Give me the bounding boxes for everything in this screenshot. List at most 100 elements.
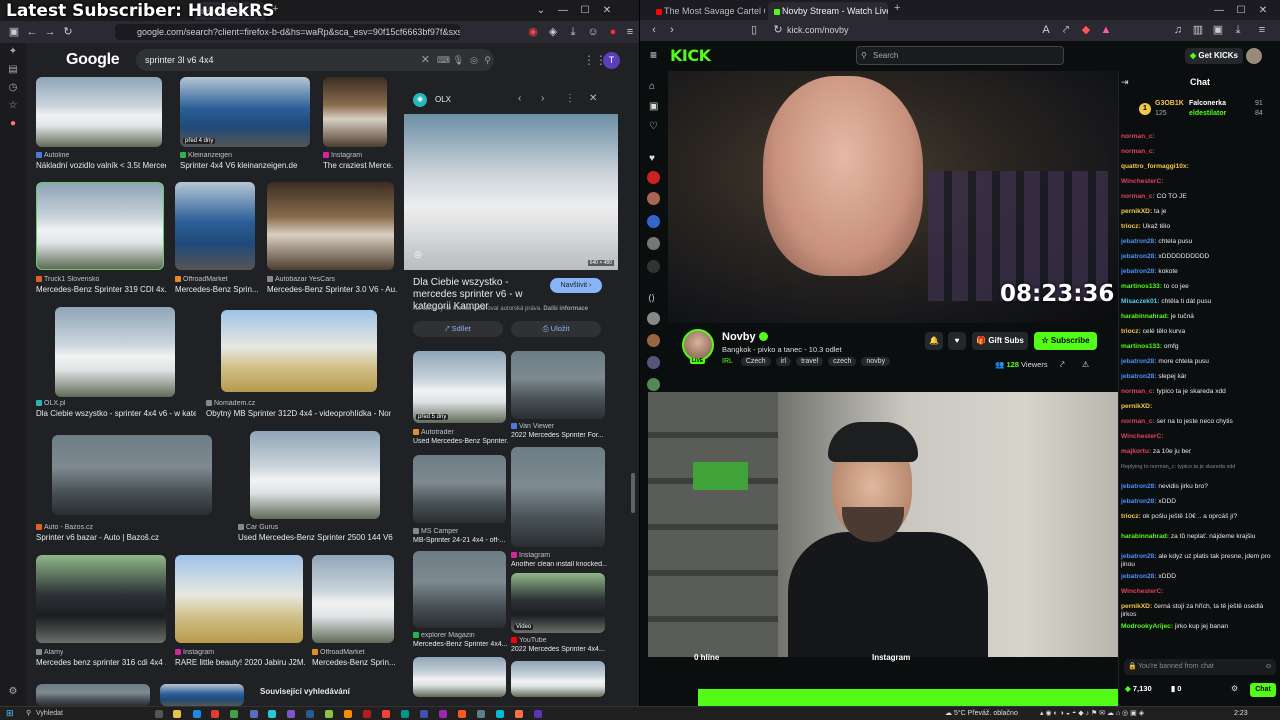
tab-novby[interactable]: Novby Stream - Watch Live o ✕: [768, 2, 888, 20]
channel-avatar[interactable]: [647, 215, 660, 228]
extension-icon[interactable]: ◉: [525, 24, 541, 40]
search-input[interactable]: ⚲ Search: [856, 46, 1064, 65]
chat-input[interactable]: 🔒 You're banned from chat ☺: [1124, 659, 1276, 675]
more-icon[interactable]: ⋮: [565, 93, 575, 104]
tag[interactable]: irl: [775, 357, 792, 366]
google-logo[interactable]: Google: [66, 51, 120, 69]
chat-username[interactable]: jebatron28:: [1121, 268, 1157, 275]
chat-username[interactable]: triocz:: [1121, 328, 1141, 335]
result-image[interactable]: [36, 77, 162, 147]
chat-send-button[interactable]: Chat: [1250, 683, 1276, 697]
forward-icon[interactable]: ›: [664, 22, 680, 38]
result-title[interactable]: Nákladní vozidlo valník < 3.5t Merced...: [36, 161, 166, 170]
wallet-icon[interactable]: ▣: [1210, 22, 1226, 38]
tag[interactable]: Czech: [740, 357, 771, 366]
next-icon[interactable]: ›: [541, 93, 544, 104]
back-icon[interactable]: ←: [24, 24, 40, 40]
result-image[interactable]: před 4 dny: [180, 77, 310, 147]
app-icon[interactable]: [382, 710, 390, 718]
result-image[interactable]: [175, 555, 303, 643]
gift-subs-button[interactable]: 🎁 Gift Subs: [972, 332, 1028, 350]
visit-button[interactable]: Navštivit ›: [550, 278, 602, 293]
result-title[interactable]: Mercedes-Benz Sprinter 3.0 V6 - Au...: [267, 285, 397, 294]
result-image[interactable]: [36, 182, 164, 270]
shield-icon[interactable]: ◈: [545, 24, 561, 40]
subscribe-button[interactable]: ☆ Subscribe: [1034, 332, 1097, 350]
chat-username[interactable]: pernikXD:: [1121, 208, 1152, 215]
result-image[interactable]: [36, 555, 166, 643]
new-tab-icon[interactable]: +: [894, 2, 900, 14]
chat-username[interactable]: jebatron28:: [1121, 358, 1157, 365]
app-icon[interactable]: [268, 710, 276, 718]
settings-icon[interactable]: ⚙: [1231, 684, 1238, 693]
explorer-icon[interactable]: [173, 710, 181, 718]
result-image[interactable]: [36, 684, 150, 706]
related-image[interactable]: [511, 351, 605, 419]
related-image[interactable]: [413, 551, 506, 628]
tray-icons[interactable]: ▴ ◉ ◐ ◑ ◒ ◓ ◆ ♪ ⚑ ✉ ☁ ⌂ ◎ ▣ ◈: [1040, 708, 1144, 720]
hamburger-icon[interactable]: ≡: [650, 48, 657, 62]
app-icon[interactable]: [477, 710, 485, 718]
chat-username[interactable]: jebatron28:: [1121, 553, 1157, 560]
minimize-icon[interactable]: —: [552, 0, 574, 21]
chat-username[interactable]: harabinnahrad:: [1121, 533, 1169, 540]
related-title[interactable]: Mercedes-Benz Sprinter 4x4...: [413, 641, 509, 648]
result-title[interactable]: Sprinter v6 bazar - Auto | Bazoš.cz: [36, 533, 196, 542]
stream-video[interactable]: 08:23:36: [668, 71, 1118, 323]
chat-username[interactable]: pernikXD:: [1121, 403, 1152, 410]
tag[interactable]: travel: [796, 357, 824, 366]
result-image[interactable]: [52, 435, 212, 515]
prev-icon[interactable]: ‹: [518, 93, 521, 104]
result-title[interactable]: RARE little beauty! 2020 Jabiru J2M...: [175, 658, 305, 667]
chat-username[interactable]: martinos133:: [1121, 343, 1162, 350]
close-window-icon[interactable]: ✕: [1252, 0, 1274, 21]
result-image[interactable]: [267, 182, 394, 270]
chat-username[interactable]: jebatron28:: [1121, 483, 1157, 490]
chat-username[interactable]: norman_c:: [1121, 388, 1155, 395]
browser-icon[interactable]: [211, 710, 219, 718]
result-title[interactable]: Mercedes-Benz Sprin...: [312, 658, 396, 667]
collapse-icon[interactable]: ⟨⟩: [648, 293, 655, 304]
emoji-icon[interactable]: ☺: [1265, 659, 1272, 675]
close-icon[interactable]: ✕: [589, 93, 597, 104]
result-image[interactable]: [323, 77, 387, 147]
app-icon[interactable]: [363, 710, 371, 718]
app-icon[interactable]: [401, 710, 409, 718]
close-window-icon[interactable]: ✕: [596, 0, 618, 21]
app-icon[interactable]: [306, 710, 314, 718]
result-image[interactable]: [312, 555, 394, 643]
result-image[interactable]: [160, 684, 244, 706]
leader-name[interactable]: G3OB1K: [1155, 100, 1184, 107]
result-title[interactable]: Mercedes benz sprinter 316 cdi 4x4 ...: [36, 658, 166, 667]
result-title[interactable]: Sprinter 4x4 V6 kleinanzeigen.de: [180, 161, 310, 170]
keyboard-icon[interactable]: ⌨: [437, 49, 450, 71]
result-title[interactable]: Obytný MB Sprinter 312D 4x4 - videoprohl…: [206, 409, 391, 418]
streamer-name[interactable]: Novby: [722, 331, 756, 343]
channel-avatar[interactable]: [647, 312, 660, 325]
chat-username[interactable]: WinchesterC:: [1121, 178, 1163, 185]
points-counter[interactable]: ◆ 7,130: [1125, 684, 1152, 693]
app-icon[interactable]: [325, 710, 333, 718]
avatar[interactable]: [1246, 48, 1262, 64]
translate-icon[interactable]: A: [1038, 22, 1054, 38]
clear-icon[interactable]: ✕: [421, 49, 430, 71]
bookmark-icon[interactable]: ☆: [0, 97, 26, 115]
chat-username[interactable]: jebatron28:: [1121, 238, 1157, 245]
reload-icon[interactable]: ↻: [60, 24, 76, 40]
chat-username[interactable]: majkortu:: [1121, 448, 1151, 455]
chat-username[interactable]: ModrookyArijec:: [1121, 623, 1173, 630]
related-image[interactable]: před 5 dny: [413, 351, 506, 423]
result-title[interactable]: The craziest Merce...: [323, 161, 393, 170]
record-icon[interactable]: ●: [605, 24, 621, 40]
app-icon[interactable]: [439, 710, 447, 718]
related-image[interactable]: Video: [511, 573, 605, 633]
maximize-icon[interactable]: ☐: [1230, 0, 1252, 21]
chat-username[interactable]: jebatron28:: [1121, 498, 1157, 505]
leader-name[interactable]: eldestilator: [1189, 110, 1226, 117]
more-info-link[interactable]: Další informace: [543, 306, 588, 312]
tag[interactable]: novby: [861, 357, 891, 366]
music-icon[interactable]: ♫: [1170, 22, 1186, 38]
app-icon[interactable]: [534, 710, 542, 718]
chat-username[interactable]: pernikXD:: [1121, 603, 1152, 610]
result-image[interactable]: [221, 310, 377, 392]
